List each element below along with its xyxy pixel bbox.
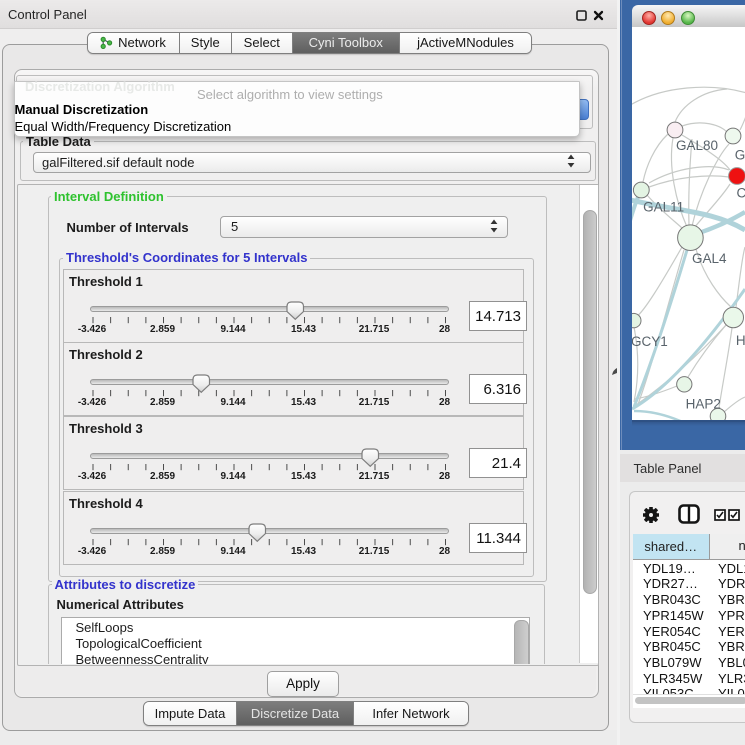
svg-text:GA: GA: [735, 147, 745, 162]
svg-text:GAL80: GAL80: [676, 138, 718, 153]
svg-text:HA: HA: [736, 333, 745, 348]
svg-text:GCY1: GCY1: [632, 334, 668, 349]
svg-text:GAL4: GAL4: [692, 251, 727, 266]
svg-text:HAP2: HAP2: [686, 397, 721, 412]
svg-text:GAL11: GAL11: [643, 200, 684, 215]
svg-text:CY: CY: [737, 186, 745, 201]
